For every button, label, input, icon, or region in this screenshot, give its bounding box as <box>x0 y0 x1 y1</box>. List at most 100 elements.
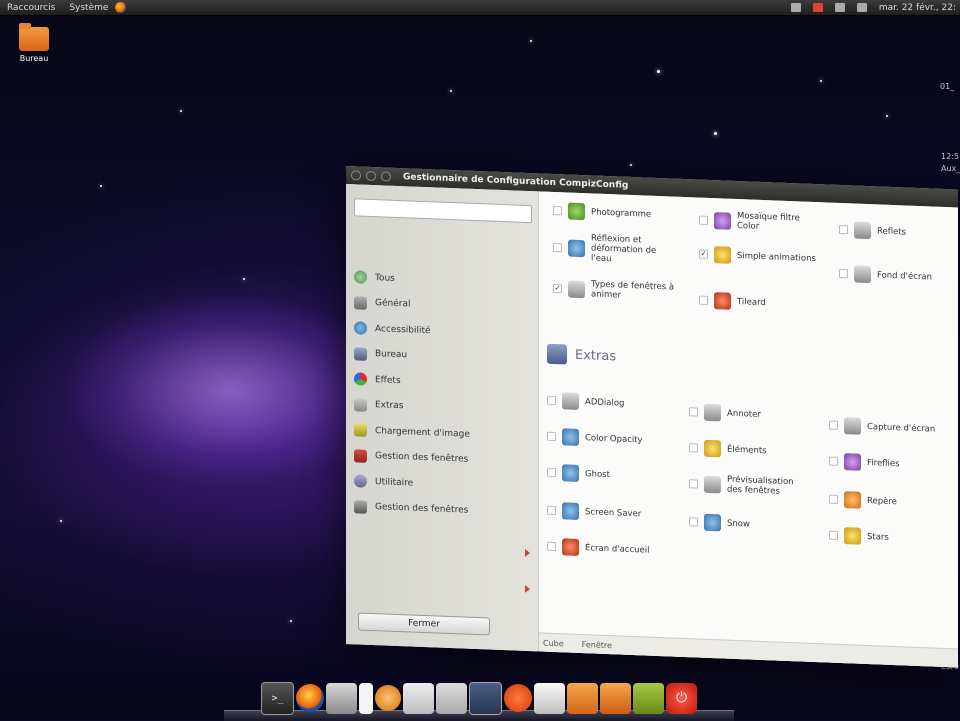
ubuntu-icon[interactable] <box>504 684 532 712</box>
plugin-item[interactable]: Capture d'écran <box>829 417 935 438</box>
plugin-checkbox[interactable] <box>839 268 848 279</box>
plugin-item[interactable]: Screen Saver <box>547 502 641 523</box>
plugin-icon <box>562 428 579 446</box>
maximize-window-button[interactable] <box>381 171 391 182</box>
plugin-checkbox[interactable] <box>547 541 556 552</box>
plugin-checkbox[interactable] <box>829 494 838 504</box>
plugin-item[interactable]: Stars <box>829 527 889 546</box>
menu-shortcuts[interactable]: Raccourcis <box>0 3 62 13</box>
folder-2-icon[interactable] <box>600 682 631 714</box>
plugin-item[interactable]: Fond d'écran <box>839 265 932 286</box>
plugin-checkbox[interactable] <box>839 224 848 235</box>
plugin-checkbox[interactable] <box>699 295 708 305</box>
desktop-edge-text: 01_ <box>940 82 955 91</box>
calculator-icon[interactable] <box>326 682 357 714</box>
plugin-icon <box>714 246 731 264</box>
plugin-label: Stars <box>867 531 889 543</box>
desktop-edge-text: Aux_ <box>941 164 960 173</box>
plugin-item[interactable]: Snow <box>689 513 750 532</box>
plugin-item[interactable]: Annoter <box>689 403 761 423</box>
plugin-checkbox[interactable] <box>689 478 698 489</box>
screenshot-icon[interactable] <box>469 681 502 715</box>
plugin-label: Color Opacity <box>585 432 643 445</box>
plugin-item[interactable]: Reflets <box>839 221 906 241</box>
plugin-item[interactable]: Photogramme <box>553 202 651 223</box>
tools-icon[interactable] <box>633 682 664 714</box>
plugin-checkbox[interactable] <box>547 467 556 478</box>
window-mgmt-icon <box>354 500 367 514</box>
plugin-checkbox[interactable] <box>547 505 556 516</box>
plugin-icon <box>562 502 579 520</box>
category-list: Tous Général Accessibilité Bureau Effets… <box>354 264 470 523</box>
mail-icon[interactable] <box>436 682 467 714</box>
plugin-item[interactable]: Écran d'accueil <box>547 538 649 559</box>
plugin-label: Prévisualisation des fenêtres <box>727 474 794 497</box>
folder-icon[interactable] <box>567 682 598 714</box>
mail-icon[interactable] <box>856 3 867 12</box>
expand-arrow-icon[interactable] <box>525 584 530 594</box>
text-editor-icon[interactable] <box>359 682 373 714</box>
plugin-icon <box>844 527 861 545</box>
category-window-mgmt[interactable]: Gestion des fenêtres <box>354 494 470 524</box>
plugin-checkbox[interactable] <box>547 395 556 406</box>
plugin-checkbox[interactable] <box>689 443 698 453</box>
network-icon[interactable] <box>790 3 801 12</box>
bottom-label[interactable]: Cube <box>543 638 564 648</box>
plugin-label: Écran d'accueil <box>585 542 650 556</box>
plugin-label: Annoter <box>727 408 761 420</box>
document-icon[interactable] <box>534 682 565 714</box>
clock[interactable]: mar. 22 févr., 22: <box>879 3 956 13</box>
plugin-item[interactable]: Repère <box>829 491 897 511</box>
plugin-item[interactable]: Color Opacity <box>547 428 643 449</box>
plugin-item[interactable]: Tileard <box>699 292 766 312</box>
close-window-button[interactable] <box>351 170 361 181</box>
volume-icon[interactable] <box>834 3 845 12</box>
category-label: Extras <box>375 400 404 412</box>
firefox-icon[interactable] <box>296 684 324 712</box>
bottom-label[interactable]: Fenêtre <box>582 640 612 650</box>
firefox-icon[interactable] <box>115 2 127 13</box>
plugin-label: ADDialog <box>585 396 625 409</box>
file-manager-icon[interactable] <box>403 682 434 714</box>
system-tray: mar. 22 févr., 22: <box>790 3 960 13</box>
plugin-checkbox[interactable]: ✓ <box>553 283 562 293</box>
plugin-item[interactable]: Fireflies <box>829 453 900 473</box>
plugin-item[interactable]: ✓ Types de fenêtres à animer <box>553 278 675 303</box>
power-icon[interactable]: ⏻ <box>666 682 697 714</box>
plugin-checkbox[interactable] <box>689 407 698 417</box>
plugin-checkbox[interactable] <box>699 215 708 225</box>
software-center-icon[interactable] <box>375 685 401 711</box>
plugin-item[interactable]: Réflexion et déformation de l'eau <box>553 232 675 267</box>
plugin-item[interactable]: ADDialog <box>547 392 624 412</box>
star <box>530 40 532 42</box>
plugin-item[interactable]: Mosaïque filtre Color <box>699 210 821 235</box>
plugin-item[interactable]: Éléments <box>689 439 767 459</box>
plugin-checkbox[interactable] <box>829 420 838 430</box>
filter-input[interactable] <box>354 198 532 224</box>
terminal-icon[interactable]: >_ <box>261 681 294 715</box>
plugin-checkbox[interactable] <box>553 205 562 216</box>
category-label: Gestion des fenêtres <box>375 502 469 516</box>
star <box>657 70 660 73</box>
star <box>450 90 452 92</box>
plugin-label: Tileard <box>737 296 766 308</box>
plugin-checkbox[interactable] <box>553 242 562 252</box>
plugin-checkbox[interactable]: ✓ <box>699 249 708 259</box>
notification-icon[interactable] <box>812 3 823 12</box>
plugin-checkbox[interactable] <box>829 456 838 466</box>
accessibility-icon <box>354 321 367 336</box>
plugin-item[interactable]: Prévisualisation des fenêtres <box>689 473 811 498</box>
star <box>100 185 102 187</box>
menu-system[interactable]: Système <box>62 3 115 13</box>
desktop-icon-bureau[interactable]: Bureau <box>14 23 54 63</box>
category-label: Effets <box>375 374 401 386</box>
plugin-item[interactable]: Ghost <box>547 464 610 483</box>
plugin-checkbox[interactable] <box>689 517 698 527</box>
plugin-checkbox[interactable] <box>829 530 838 540</box>
plugin-checkbox[interactable] <box>547 431 556 442</box>
plugin-item[interactable]: ✓ Simple animations <box>699 246 816 267</box>
category-label: Gestion des fenêtres <box>375 451 469 465</box>
minimize-window-button[interactable] <box>366 170 376 182</box>
expand-arrow-icon[interactable] <box>525 548 530 558</box>
close-button[interactable]: Fermer <box>358 612 490 636</box>
